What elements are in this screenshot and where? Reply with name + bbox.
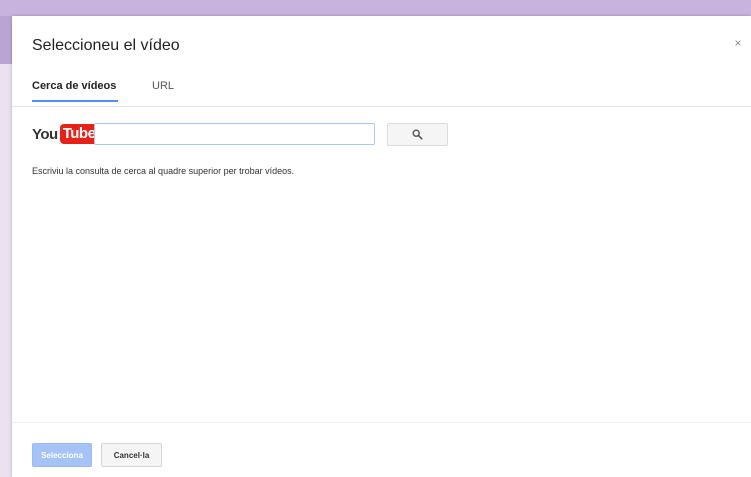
select-video-dialog: Seleccioneu el vídeo × Cerca de vídeos U…: [12, 16, 751, 477]
video-search-input[interactable]: [94, 123, 375, 145]
background-app-sidebar: [0, 16, 12, 477]
dialog-footer: Selecciona Cancel·la: [12, 422, 751, 477]
youtube-logo: You Tube: [32, 123, 99, 145]
search-button[interactable]: [387, 123, 448, 146]
page: Seleccioneu el vídeo × Cerca de vídeos U…: [0, 0, 751, 477]
search-icon: [412, 129, 423, 140]
dialog-title: Seleccioneu el vídeo: [32, 37, 180, 54]
tab-url[interactable]: URL: [152, 80, 174, 102]
youtube-logo-tube: Tube: [59, 124, 99, 144]
close-icon[interactable]: ×: [731, 36, 745, 50]
youtube-logo-you: You: [32, 125, 58, 143]
search-hint: Escriviu la consulta de cerca al quadre …: [32, 166, 295, 176]
tab-bar: Cerca de vídeos URL: [12, 74, 751, 107]
select-button[interactable]: Selecciona: [32, 443, 92, 467]
background-app-strip: [0, 0, 751, 16]
cancel-button[interactable]: Cancel·la: [101, 443, 162, 467]
tab-video-search[interactable]: Cerca de vídeos: [32, 80, 118, 102]
